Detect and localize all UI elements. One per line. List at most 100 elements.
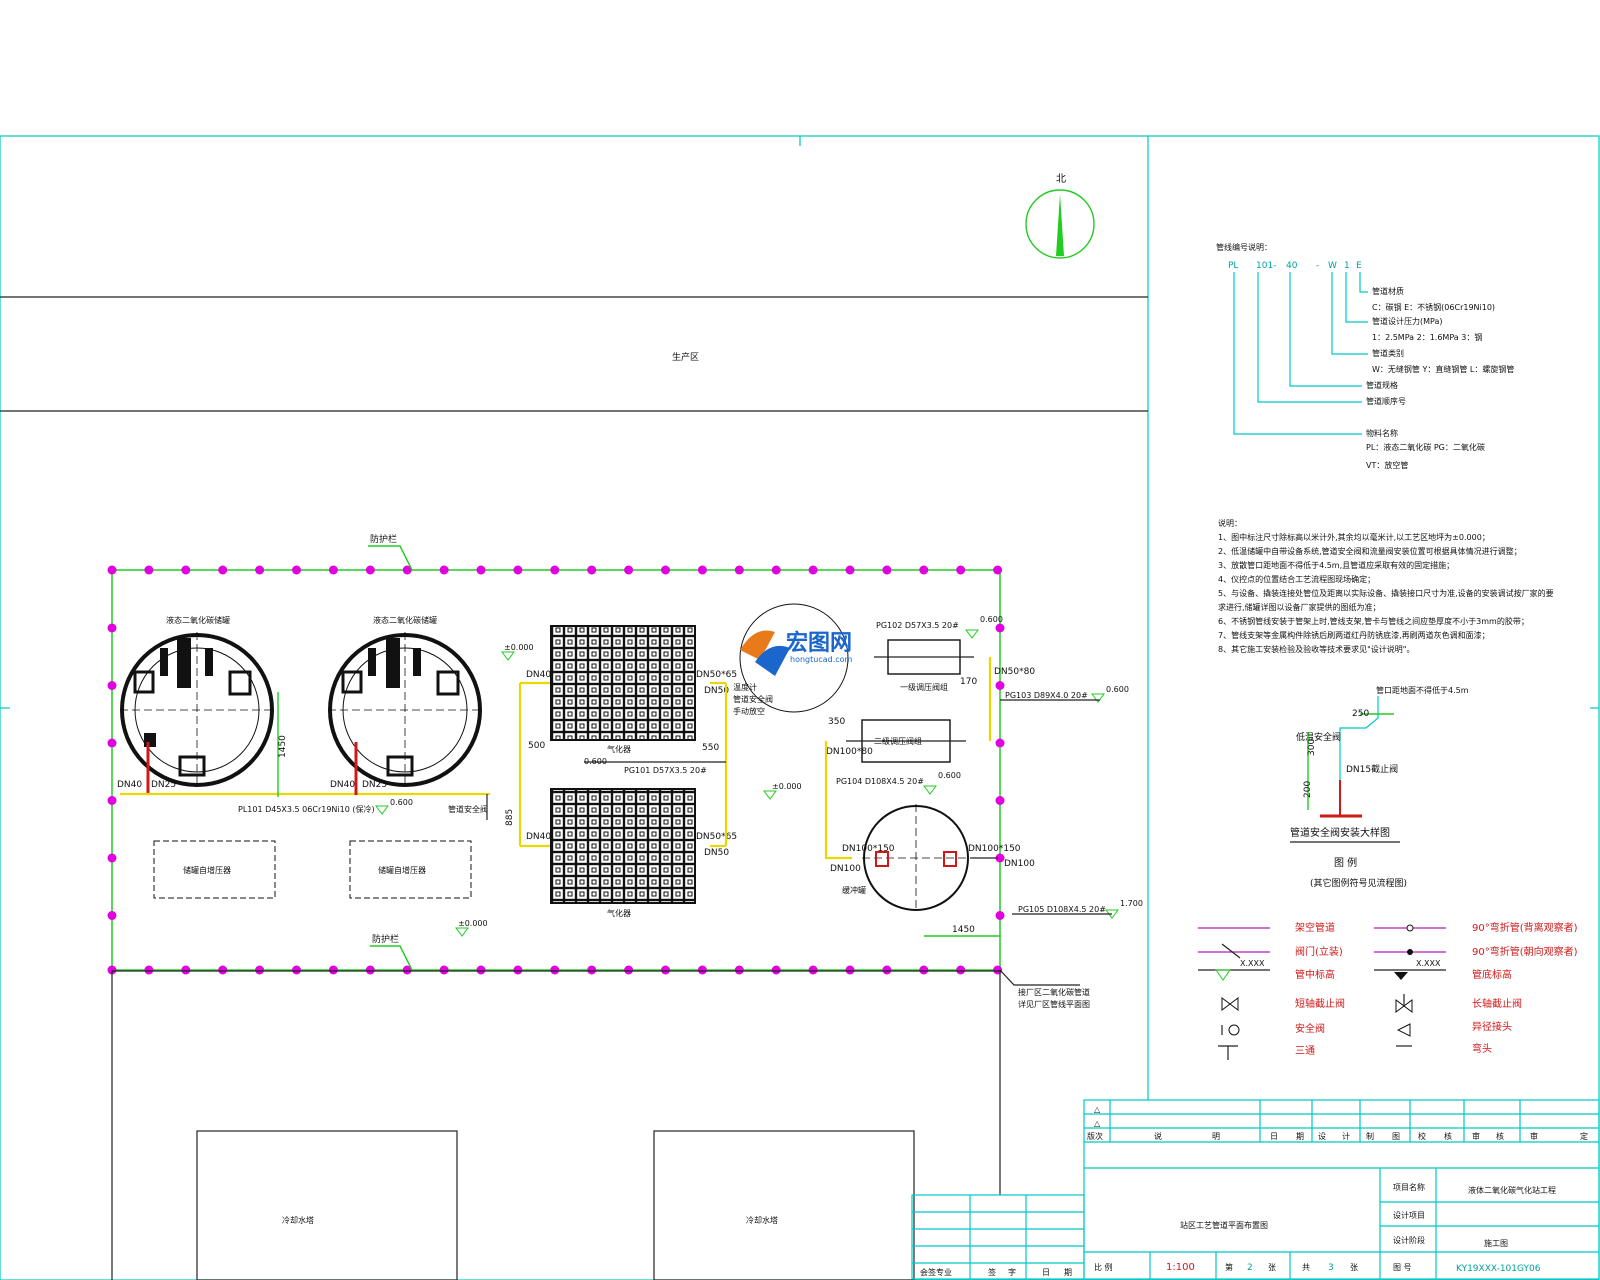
fence-post <box>218 965 228 975</box>
rev-h-6: 计 <box>1342 1131 1350 1141</box>
fence-post <box>624 965 634 975</box>
fence-post <box>919 565 929 575</box>
rev-mark-1: △ <box>1094 1105 1101 1114</box>
vap-bot-dn50: DN50 <box>704 848 729 858</box>
fence-post <box>476 565 486 575</box>
production-area-label: 生产区 <box>672 351 699 363</box>
code-line-0: 管道材质 <box>1372 286 1404 296</box>
fence-post <box>995 796 1005 805</box>
storage-tank-2: 液态二氧化碳储罐 DN40 DN25 <box>328 615 483 795</box>
vaporizer-top: 气化器 DN40 DN50*65 DN50 <box>526 625 737 754</box>
sheet-b: 张 <box>1268 1263 1276 1272</box>
code-line-3: 1：2.5MPa 2：1.6MPa 3：钢 <box>1372 332 1482 342</box>
detail-top-note: 管口距地面不得低于4.5m <box>1376 685 1469 695</box>
code-6: E <box>1356 261 1362 271</box>
fence-post <box>328 965 338 975</box>
fence-post <box>476 965 486 975</box>
design-stage-value: 施工图 <box>1484 1238 1508 1248</box>
drawing-title: 站区工艺管道平面布置图 <box>1180 1220 1268 1230</box>
fence-post <box>365 565 375 575</box>
buffer-dn100-l: DN100 <box>830 864 861 874</box>
project-label: 项目名称 <box>1393 1182 1425 1192</box>
elev-600-d: 0.600 <box>1106 685 1129 694</box>
sheet-no: 2 <box>1247 1263 1253 1273</box>
production-area: 生产区 <box>0 296 1148 412</box>
tank-pumps: 储罐自增压器 储罐自增压器 <box>153 840 472 899</box>
detail-200: 200 <box>1303 781 1313 798</box>
rev-h-8: 图 <box>1392 1132 1400 1141</box>
rev-h-3: 日 <box>1270 1132 1278 1141</box>
dim-885: 885 <box>505 809 515 826</box>
valve-note-0: 温度计 <box>733 682 757 692</box>
fence-post <box>144 565 154 575</box>
fence-post <box>587 965 597 975</box>
fence-post <box>734 965 744 975</box>
elev-0-b: ±0.000 <box>772 782 802 791</box>
drawing-no: KY19XXX-101GY06 <box>1456 1264 1541 1274</box>
note-6: 6、不锈钢管线安装于管架上时,管线支架,管卡与管线之间应垫厚度不小于3mm的胶带… <box>1218 616 1529 626</box>
code-line-10: VT：放空管 <box>1366 460 1408 470</box>
code-1: 101- <box>1256 261 1276 271</box>
fence-post <box>550 965 560 975</box>
detail-300: 300 <box>1307 739 1317 756</box>
dim-350: 350 <box>828 717 845 727</box>
exit-note-2: 详见厂区管线平面图 <box>1018 999 1090 1009</box>
title-block: △ △ 版次 说 明 日 期 设 计 制 图 校 核 审 核 审 定 项目名称 … <box>911 1099 1600 1280</box>
fence-post <box>439 965 449 975</box>
fence-post <box>365 965 375 975</box>
cooling-tower-2: 冷却水塔 <box>746 1215 778 1225</box>
sign-h-4: 期 <box>1064 1268 1072 1277</box>
regulator-second: 二级调压阀组 350 DN100*80 <box>824 717 966 860</box>
sign-h-1: 签 <box>988 1267 996 1277</box>
scale-label: 比 例 <box>1094 1262 1113 1272</box>
fence-post <box>144 965 154 975</box>
fence-post <box>995 911 1005 920</box>
drawing-canvas: { "colors": { "frame": "#00c8c8", "pipe"… <box>0 0 1600 1280</box>
fence-post <box>255 565 265 575</box>
code-line-1: C：碳钢 E：不锈钢(06Cr19Ni10) <box>1372 302 1495 312</box>
pg104-label: PG104 D108X4.5 20# <box>836 777 924 786</box>
cooling-tower-1: 冷却水塔 <box>282 1215 314 1225</box>
legend-right-4: 异径接头 <box>1472 1020 1512 1033</box>
legend-left-3: 短轴截止阀 <box>1295 997 1345 1010</box>
note-1: 2、低温储罐中自带设备系统,管道安全阀和流量阀安装位置可根据具体情况进行调整； <box>1218 546 1522 556</box>
note-7: 7、管线支架等金属构件除锈后刷两道红丹防锈底漆,再刷两道灰色调和面漆； <box>1218 630 1490 640</box>
fence-post <box>439 565 449 575</box>
valve-note-2: 手动放空 <box>733 706 765 716</box>
fence-post <box>107 565 117 575</box>
buffer-dn100-150-r: DN100*150 <box>968 844 1021 854</box>
code-3: - <box>1316 261 1319 271</box>
buffer-dn100-150-l: DN100*150 <box>842 844 895 854</box>
tank2-label: 液态二氧化碳储罐 <box>373 615 437 625</box>
rev-h-10: 核 <box>1444 1131 1452 1141</box>
pump1-label: 储罐自增压器 <box>183 865 231 875</box>
regulator-second-label: 二级调压阀组 <box>874 736 922 746</box>
vaporizer-top-label: 气化器 <box>607 744 631 754</box>
fence-post <box>513 565 523 575</box>
fence-post <box>956 965 966 975</box>
drawing-no-label: 图 号 <box>1393 1263 1412 1272</box>
rev-h-12: 核 <box>1496 1131 1504 1141</box>
regulator-first: PG102 D57X3.5 20# 0.600 一级调压阀组 170 <box>874 615 1003 692</box>
pipe-dn50-80: DN50*80 <box>994 667 1035 677</box>
fence-post <box>107 796 117 805</box>
vaporizer-bottom: 气化器 DN40 DN50*65 DN50 <box>526 788 737 918</box>
exit-note-1: 接厂区二氧化碳管道 <box>1018 987 1090 997</box>
legend-right-5: 弯头 <box>1472 1042 1492 1055</box>
rev-h-14: 定 <box>1580 1131 1588 1141</box>
notes: 说明： 1、图中标注尺寸除标高以米计外,其余均以毫米计,以工艺区地坪为±0.00… <box>1218 518 1554 654</box>
cad-drawing: 北 生产区 防护栏 防护栏 冷却水塔 冷却水塔 接厂区二氧化碳管道 详见厂区管线… <box>0 135 1600 1280</box>
legend-left-4: 安全阀 <box>1295 1022 1325 1035</box>
elev-1700: 1.700 <box>1120 899 1143 908</box>
north-label: 北 <box>1056 173 1066 185</box>
notes-title: 说明： <box>1218 518 1242 528</box>
elev-0-a: ±0.000 <box>504 643 534 652</box>
code-legend: 管线编号说明： PL 101- 40 - W 1 E 管道材质 C：碳钢 E：不… <box>1216 242 1514 470</box>
pg105-line: PG105 D108X4.5 20# 1.700 1450 ±0.000 <box>455 899 1143 937</box>
elev-600-a: 0.600 <box>390 798 413 807</box>
vap-bot-dn40: DN40 <box>526 832 551 842</box>
note-3: 4、仪控点的位置结合工艺流程图现场确定； <box>1218 574 1375 584</box>
fence-post <box>107 853 117 863</box>
watermark-url: hongtucad.com <box>790 655 853 664</box>
fence-post <box>845 565 855 575</box>
